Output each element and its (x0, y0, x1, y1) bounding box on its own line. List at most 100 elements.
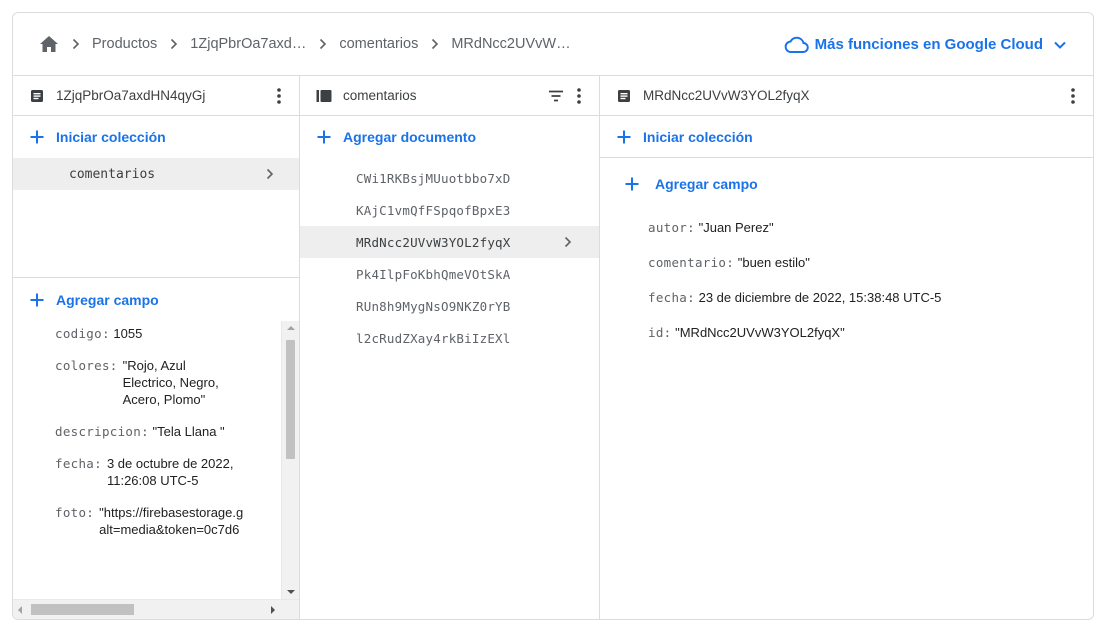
plus-icon (316, 129, 332, 145)
document-id: KAjC1vmQfFSpqofBpxE3 (356, 202, 511, 218)
document-id: CWi1RKBsjMUuotbbo7xD (356, 170, 511, 186)
list-item[interactable]: CWi1RKBsjMUuotbbo7xD (300, 162, 599, 194)
breadcrumb-item-productos[interactable]: Productos (92, 36, 157, 52)
filter-icon[interactable] (547, 87, 565, 105)
field-value: "https://firebasestorage.g alt=media&toke… (99, 504, 279, 538)
field-value: "MRdNcc2UVvW3YOL2fyqX" (675, 325, 845, 340)
field-codigo[interactable]: codigo: 1055 (13, 325, 281, 342)
field-value: "Juan Perez" (698, 220, 774, 235)
list-item[interactable]: Pk4IlpFoKbhQmeVOtSkA (300, 258, 599, 290)
list-item[interactable]: KAjC1vmQfFSpqofBpxE3 (300, 194, 599, 226)
field-key: id: (648, 325, 672, 340)
field-value: "buen estilo" (737, 255, 810, 270)
field-colores[interactable]: colores: "Rojo, Azul Electrico, Negro, A… (13, 357, 281, 408)
collection-icon (316, 88, 332, 104)
field-value: "Tela Llana " (152, 424, 225, 439)
start-collection-button[interactable]: Iniciar colección (600, 116, 1093, 158)
field-key: colores: (55, 358, 118, 373)
field-descripcion[interactable]: descripcion: "Tela Llana " (13, 423, 281, 440)
collection-header: comentarios (300, 76, 599, 116)
field-key: comentario: (648, 255, 735, 270)
field-key: fecha: (55, 456, 102, 471)
horizontal-scrollbar[interactable] (13, 599, 299, 619)
more-vert-icon[interactable] (1063, 86, 1083, 106)
selected-document-header: MRdNcc2UVvW3YOL2fyqX (600, 76, 1093, 116)
document-title: 1ZjqPbrOa7axdHN4qyGj (56, 88, 206, 103)
document-icon (29, 88, 45, 104)
scrollbar-thumb[interactable] (286, 340, 295, 459)
subcollection-label: comentarios (69, 166, 156, 182)
home-icon[interactable] (39, 34, 59, 54)
scroll-left-icon[interactable] (18, 606, 22, 614)
field-autor[interactable]: autor: "Juan Perez" (600, 210, 1093, 245)
field-list: autor: "Juan Perez" comentario: "buen es… (600, 206, 1093, 350)
document-icon (616, 88, 632, 104)
scroll-right-icon[interactable] (271, 606, 275, 614)
field-value: 3 de octubre de 2022, 11:26:08 UTC-5 (106, 456, 234, 488)
plus-icon (29, 292, 45, 308)
breadcrumb-item-document[interactable]: 1ZjqPbrOa7axd… (190, 36, 306, 52)
chevron-down-icon (1053, 36, 1071, 54)
add-document-button[interactable]: Agregar documento (300, 116, 599, 158)
chevron-right-icon (561, 235, 575, 249)
vertical-scrollbar[interactable] (281, 321, 299, 599)
google-cloud-button[interactable]: Más funciones en Google Cloud (783, 13, 1071, 76)
start-collection-label: Iniciar colección (56, 129, 166, 145)
collection-column: comentarios Agregar documento CWi1RKBsjM… (300, 76, 600, 619)
chevron-right-icon (69, 37, 83, 51)
add-field-button[interactable]: Agregar campo (600, 162, 1093, 206)
field-value: 1055 (113, 326, 143, 341)
subcollection-item-comentarios[interactable]: comentarios (13, 158, 299, 190)
field-fecha[interactable]: fecha: 3 de octubre de 2022, 11:26:08 UT… (13, 455, 281, 489)
field-key: autor: (648, 220, 695, 235)
scroll-up-icon[interactable] (287, 326, 295, 330)
document-header: 1ZjqPbrOa7axdHN4qyGj (13, 76, 299, 116)
firestore-panel: Productos 1ZjqPbrOa7axd… comentarios MRd… (12, 12, 1094, 620)
field-key: foto: (55, 505, 95, 520)
breadcrumb: Productos 1ZjqPbrOa7axd… comentarios MRd… (13, 13, 1093, 76)
chevron-right-icon (263, 167, 277, 181)
plus-icon (616, 129, 632, 145)
field-comentario[interactable]: comentario: "buen estilo" (600, 245, 1093, 280)
scroll-down-icon[interactable] (287, 590, 295, 594)
document-list: CWi1RKBsjMUuotbbo7xD KAjC1vmQfFSpqofBpxE… (300, 158, 599, 354)
start-collection-label: Iniciar colección (643, 128, 753, 145)
field-value-line: "https://firebasestorage.g (99, 505, 244, 520)
list-item[interactable]: RUn8h9MygNsO9NKZ0rYB (300, 290, 599, 322)
plus-icon (624, 176, 640, 192)
cloud-icon (783, 35, 809, 55)
collection-title: comentarios (343, 88, 417, 103)
add-field-button[interactable]: Agregar campo (13, 279, 299, 321)
field-id[interactable]: id: "MRdNcc2UVvW3YOL2fyqX" (600, 315, 1093, 350)
start-collection-button[interactable]: Iniciar colección (13, 116, 299, 158)
more-vert-icon[interactable] (269, 86, 289, 106)
field-fecha[interactable]: fecha: 23 de diciembre de 2022, 15:38:48… (600, 280, 1093, 315)
document-id: RUn8h9MygNsO9NKZ0rYB (356, 298, 511, 314)
field-value: 23 de diciembre de 2022, 15:38:48 UTC-5 (698, 290, 942, 305)
add-field-label: Agregar campo (56, 292, 159, 308)
more-vert-icon[interactable] (569, 86, 589, 106)
field-key: codigo: (55, 326, 110, 341)
breadcrumb-item-comment-doc[interactable]: MRdNcc2UVvW… (451, 36, 570, 52)
add-document-label: Agregar documento (343, 129, 477, 145)
field-key: fecha: (648, 290, 695, 305)
selected-document-title: MRdNcc2UVvW3YOL2fyqX (643, 88, 810, 103)
document-id: l2cRudZXay4rkBiIzEXl (356, 330, 511, 346)
field-foto[interactable]: foto: "https://firebasestorage.g alt=medi… (13, 504, 281, 538)
document-fields-panel: Agregar campo codigo: 1055 colores: "Roj… (13, 279, 299, 619)
google-cloud-label: Más funciones en Google Cloud (814, 36, 1043, 53)
chevron-right-icon (316, 37, 330, 51)
chevron-right-icon (428, 37, 442, 51)
chevron-right-icon (167, 37, 181, 51)
list-item-selected[interactable]: MRdNcc2UVvW3YOL2fyqX (300, 226, 599, 258)
list-item[interactable]: l2cRudZXay4rkBiIzEXl (300, 322, 599, 354)
selected-document-column: MRdNcc2UVvW3YOL2fyqX Iniciar colección A… (600, 76, 1093, 619)
scrollbar-thumb[interactable] (31, 604, 134, 615)
field-list: codigo: 1055 colores: "Rojo, Azul Electr… (13, 321, 281, 599)
plus-icon (29, 129, 45, 145)
add-field-label: Agregar campo (655, 176, 758, 192)
field-key: descripcion: (55, 424, 149, 439)
field-value: "Rojo, Azul Electrico, Negro, Acero, Plo… (122, 358, 219, 407)
document-id: Pk4IlpFoKbhQmeVOtSkA (356, 266, 511, 282)
breadcrumb-item-comentarios[interactable]: comentarios (339, 36, 418, 52)
